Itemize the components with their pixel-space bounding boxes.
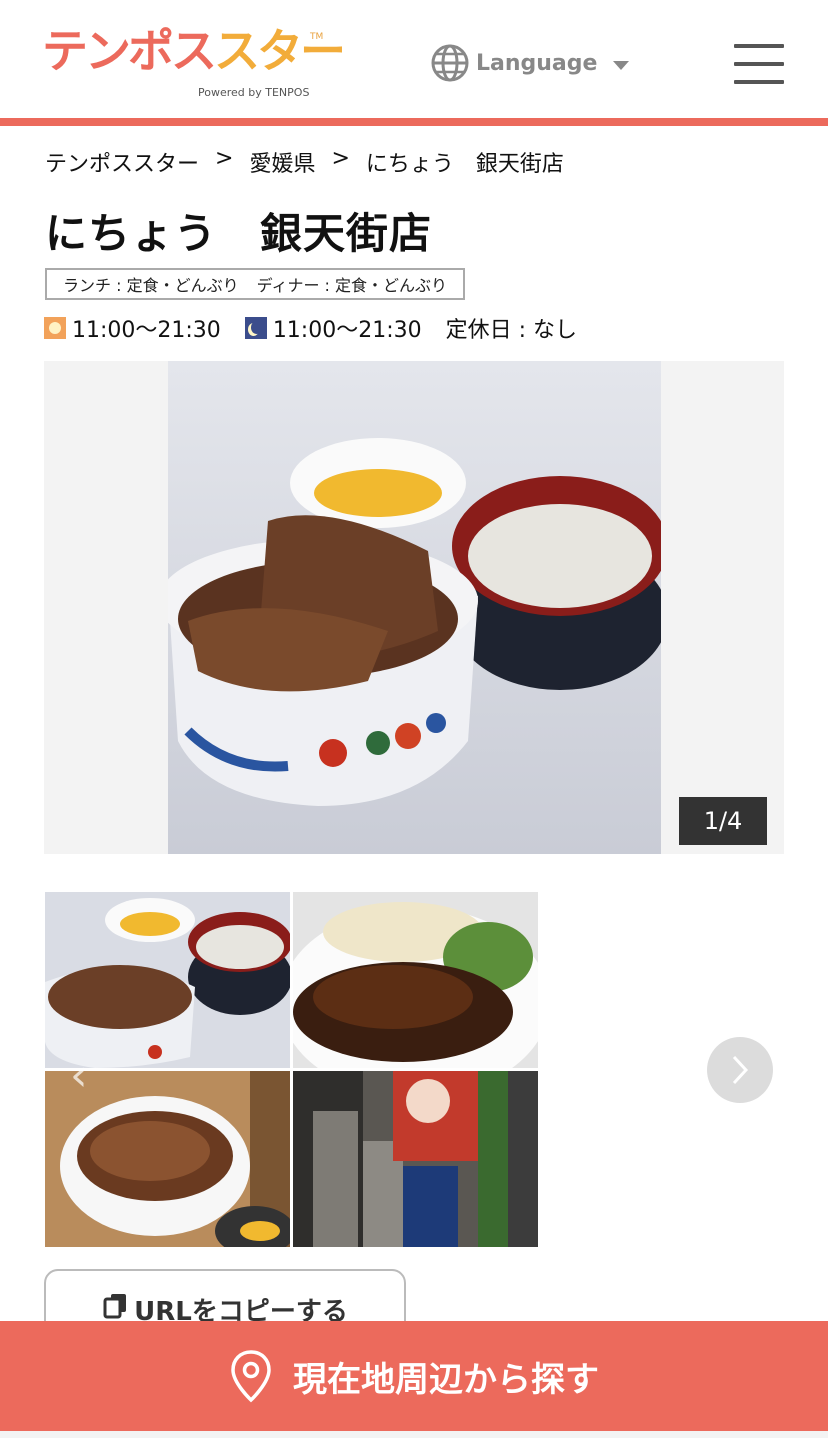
copy-icon bbox=[103, 1294, 127, 1319]
chevron-right-icon bbox=[732, 1055, 749, 1085]
language-selector[interactable]: Language bbox=[430, 42, 630, 84]
logo-text-part2: スター bbox=[214, 24, 346, 78]
prev-arrow-icon[interactable]: ‹ bbox=[70, 1050, 88, 1101]
thumbnail-2[interactable] bbox=[293, 892, 538, 1068]
thumbnail-1[interactable] bbox=[45, 892, 290, 1068]
sun-icon bbox=[44, 317, 66, 339]
breadcrumb-item-home[interactable]: テンポススター bbox=[45, 146, 199, 178]
chevron-down-icon bbox=[613, 60, 630, 70]
thumbnail-4[interactable] bbox=[293, 1071, 538, 1247]
main-photo bbox=[168, 361, 661, 854]
slide-counter: 1/4 bbox=[679, 797, 767, 845]
breadcrumb-separator: > bbox=[331, 146, 350, 171]
dinner-genre: ディナー : 定食・どんぶり bbox=[256, 276, 448, 295]
hamburger-menu-button[interactable] bbox=[734, 44, 784, 86]
header-accent-bar bbox=[0, 118, 828, 126]
closed-day: 定休日 : なし bbox=[445, 318, 578, 343]
logo-powered-by: Powered by TENPOS bbox=[198, 86, 310, 99]
globe-icon bbox=[431, 44, 469, 82]
business-hours: 11:00〜21:30 11:00〜21:30 定休日 : なし bbox=[44, 312, 577, 344]
main-photo-slider[interactable] bbox=[44, 361, 784, 854]
logo-text-part1: テンポス bbox=[42, 24, 217, 78]
dinner-hours: 11:00〜21:30 bbox=[272, 318, 422, 343]
site-logo[interactable]: テンポススター TM Powered by TENPOS bbox=[42, 28, 346, 102]
search-nearby-label: 現在地周辺から探す bbox=[293, 1359, 599, 1400]
thumbnail-grid bbox=[45, 892, 539, 1248]
shop-title: にちょう 銀天街店 bbox=[45, 209, 433, 258]
breadcrumb-item-shop: にちょう 銀天街店 bbox=[365, 152, 564, 177]
menu-line-icon bbox=[734, 62, 784, 66]
search-nearby-button[interactable]: 現在地周辺から探す bbox=[0, 1321, 828, 1431]
menu-line-icon bbox=[734, 80, 784, 84]
lunch-hours: 11:00〜21:30 bbox=[72, 318, 221, 343]
bottom-edge bbox=[0, 1431, 828, 1438]
moon-icon bbox=[244, 317, 267, 339]
next-thumbnail-button[interactable] bbox=[707, 1037, 773, 1103]
logo-text: テンポススター bbox=[42, 28, 346, 74]
genre-badge: ランチ : 定食・どんぶり ディナー : 定食・どんぶり bbox=[45, 268, 466, 300]
breadcrumb-item-prefecture[interactable]: 愛媛県 bbox=[249, 146, 315, 178]
breadcrumb: テンポススター > 愛媛県 > にちょう 銀天街店 bbox=[45, 146, 564, 178]
menu-line-icon bbox=[734, 44, 784, 48]
language-label: Language bbox=[476, 50, 598, 76]
lunch-genre: ランチ : 定食・どんぶり bbox=[63, 276, 239, 295]
site-header: テンポススター TM Powered by TENPOS Language bbox=[0, 0, 828, 118]
map-pin-icon bbox=[231, 1350, 271, 1403]
breadcrumb-separator: > bbox=[215, 146, 234, 171]
logo-trademark: TM bbox=[310, 32, 324, 42]
